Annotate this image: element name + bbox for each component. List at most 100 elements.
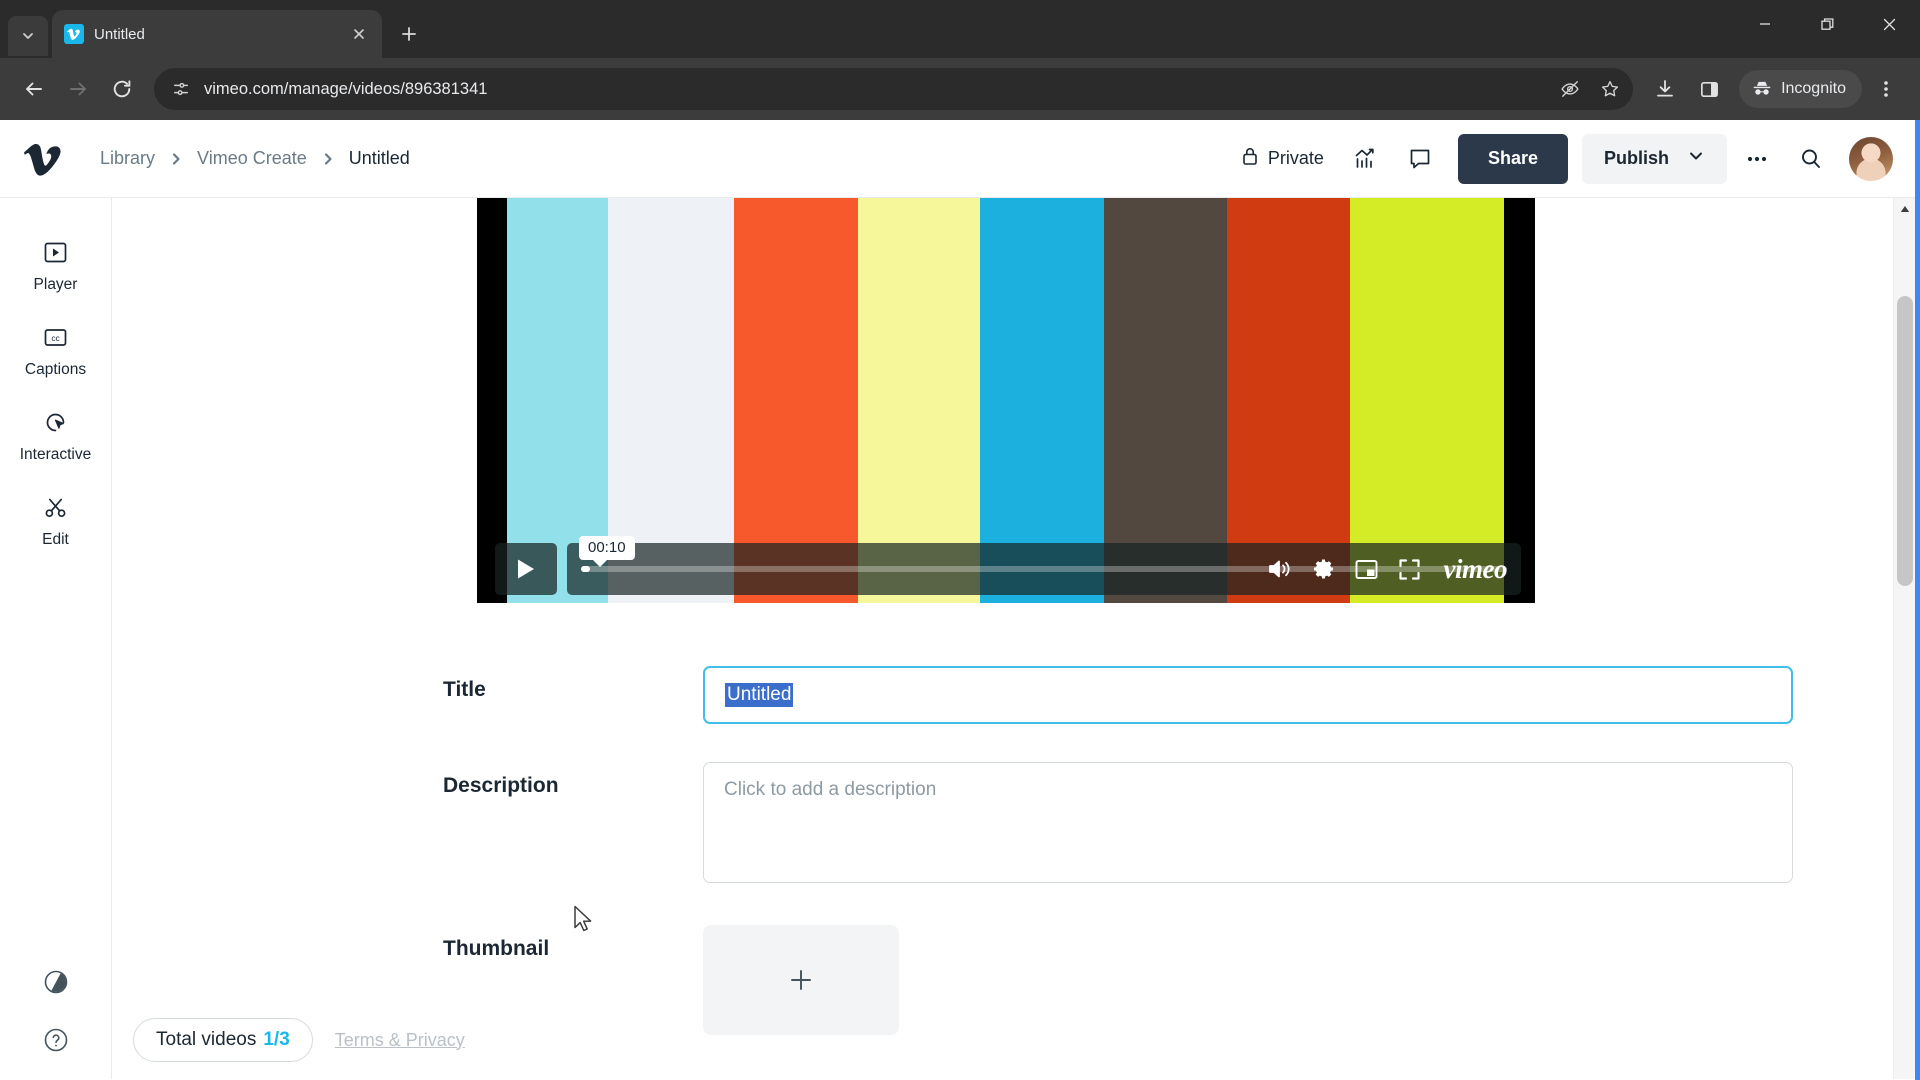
sidebar-item-interactive[interactable]: Interactive <box>0 394 111 479</box>
help-question-icon[interactable] <box>39 1023 73 1057</box>
player-controls: 00:10 vimeo <box>477 536 1535 595</box>
address-bar[interactable]: vimeo.com/manage/videos/896381341 <box>154 68 1634 110</box>
chevron-up-icon <box>1900 206 1910 212</box>
privacy-status[interactable]: Private <box>1228 139 1336 178</box>
description-label: Description <box>443 774 559 797</box>
incognito-label: Incognito <box>1781 80 1846 97</box>
scrollbar-thumb[interactable] <box>1897 296 1913 586</box>
picture-in-picture-icon <box>1355 559 1377 579</box>
seek-progress <box>581 566 591 572</box>
new-tab-button[interactable] <box>390 15 428 53</box>
total-videos-label: Total videos <box>156 1029 257 1050</box>
title-field-row: Title Untitled <box>112 666 1915 724</box>
chevron-down-icon <box>23 33 33 39</box>
sidebar-item-player[interactable]: Player <box>0 224 111 309</box>
scissors-icon <box>42 492 69 522</box>
browser-toolbar: vimeo.com/manage/videos/896381341 Incogn… <box>0 58 1920 120</box>
main-content: 00:10 vimeo Title Untitled Description C… <box>112 198 1915 1079</box>
search-icon <box>1802 149 1820 168</box>
side-panel-icon <box>1700 81 1718 97</box>
terms-privacy-link[interactable]: Terms & Privacy <box>335 1030 465 1051</box>
forward-arrow-icon <box>70 82 86 96</box>
three-dot-menu-icon <box>1884 81 1888 97</box>
add-thumbnail-button[interactable] <box>703 925 899 1035</box>
accessibility-contrast-icon[interactable] <box>39 965 73 999</box>
volume-button[interactable] <box>1267 557 1293 581</box>
page-scrollbar[interactable] <box>1893 198 1915 1079</box>
title-input[interactable]: Untitled <box>703 666 1793 724</box>
settings-button[interactable] <box>1311 557 1336 582</box>
three-dot-horizontal-icon <box>1747 156 1767 161</box>
browser-menu-button[interactable] <box>1866 69 1906 109</box>
breadcrumb-item-current: Untitled <box>348 148 410 168</box>
page-body: Player cc Captions Interactive Edit 00:1… <box>0 198 1915 1079</box>
window-minimize-button[interactable] <box>1734 0 1796 48</box>
downloads-button[interactable] <box>1645 69 1685 109</box>
plus-icon <box>402 27 416 41</box>
breadcrumb-item-library[interactable]: Library <box>100 148 155 169</box>
scroll-up-button[interactable] <box>1894 198 1915 220</box>
url-text: vimeo.com/manage/videos/896381341 <box>204 79 488 98</box>
total-videos-badge[interactable]: Total videos 1/3 <box>133 1018 313 1062</box>
analytics-icon <box>1355 148 1374 168</box>
vimeo-logo[interactable] <box>18 136 70 182</box>
title-input-value: Untitled <box>725 683 794 707</box>
browser-tab[interactable]: Untitled <box>52 10 382 58</box>
sidebar-item-captions[interactable]: cc Captions <box>0 309 111 394</box>
close-icon <box>354 29 364 39</box>
chevron-down-icon <box>1687 147 1705 170</box>
incognito-indicator[interactable]: Incognito <box>1739 70 1862 108</box>
player-right-controls: vimeo <box>1247 543 1513 595</box>
incognito-icon <box>1753 81 1771 95</box>
more-options-button[interactable] <box>1733 135 1781 183</box>
video-player[interactable]: 00:10 vimeo <box>477 198 1535 603</box>
picture-in-picture-button[interactable] <box>1354 558 1379 581</box>
comments-button[interactable] <box>1396 135 1444 183</box>
play-icon <box>518 559 534 579</box>
gear-icon <box>1313 559 1333 578</box>
tab-search-button[interactable] <box>8 16 48 56</box>
thumbnail-label: Thumbnail <box>443 937 550 960</box>
forward-button[interactable] <box>58 69 98 109</box>
user-avatar[interactable] <box>1849 136 1893 181</box>
fullscreen-button[interactable] <box>1397 557 1422 582</box>
interactive-target-icon <box>42 407 69 437</box>
publish-button[interactable]: Publish <box>1581 133 1727 184</box>
eye-off-icon[interactable] <box>1555 74 1585 104</box>
total-videos-count: 1/3 <box>263 1029 290 1050</box>
tab-close-button[interactable] <box>348 23 370 45</box>
svg-text:cc: cc <box>51 332 59 342</box>
footer-bar: Total videos 1/3 Terms & Privacy <box>133 1018 465 1062</box>
play-button[interactable] <box>495 543 557 595</box>
time-tooltip: 00:10 <box>579 536 635 567</box>
tab-strip: Untitled <box>0 0 1920 58</box>
analytics-button[interactable] <box>1342 135 1390 183</box>
minimize-icon <box>1760 23 1770 25</box>
vimeo-wordmark: vimeo <box>1443 553 1508 584</box>
window-maximize-button[interactable] <box>1796 0 1858 48</box>
breadcrumb-item-vimeo-create[interactable]: Vimeo Create <box>197 148 307 169</box>
captions-cc-icon: cc <box>42 322 69 352</box>
bookmark-star-icon[interactable] <box>1595 74 1625 104</box>
description-input[interactable]: Click to add a description <box>703 762 1793 883</box>
maximize-icon <box>1820 17 1833 30</box>
sidebar-item-edit[interactable]: Edit <box>0 479 111 564</box>
side-panel-button[interactable] <box>1689 69 1729 109</box>
fullscreen-icon <box>1398 558 1420 580</box>
search-button[interactable] <box>1787 135 1835 183</box>
back-button[interactable] <box>14 69 54 109</box>
reload-button[interactable] <box>102 69 142 109</box>
lock-icon <box>1240 145 1260 172</box>
plus-icon <box>791 970 811 990</box>
breadcrumb: Library Vimeo Create Untitled <box>100 148 410 169</box>
site-settings-icon[interactable] <box>168 76 194 102</box>
description-field-row: Description Click to add a description <box>112 762 1915 883</box>
description-placeholder: Click to add a description <box>724 779 937 800</box>
tab-title: Untitled <box>94 25 145 43</box>
chevron-right-icon <box>321 152 335 166</box>
volume-icon <box>1268 560 1290 578</box>
window-close-button[interactable] <box>1858 0 1920 48</box>
share-button[interactable]: Share <box>1457 133 1568 184</box>
publish-label: Publish <box>1603 148 1669 168</box>
browser-chrome: Untitled vimeo.com/manage/videos/8963813… <box>0 0 1920 120</box>
